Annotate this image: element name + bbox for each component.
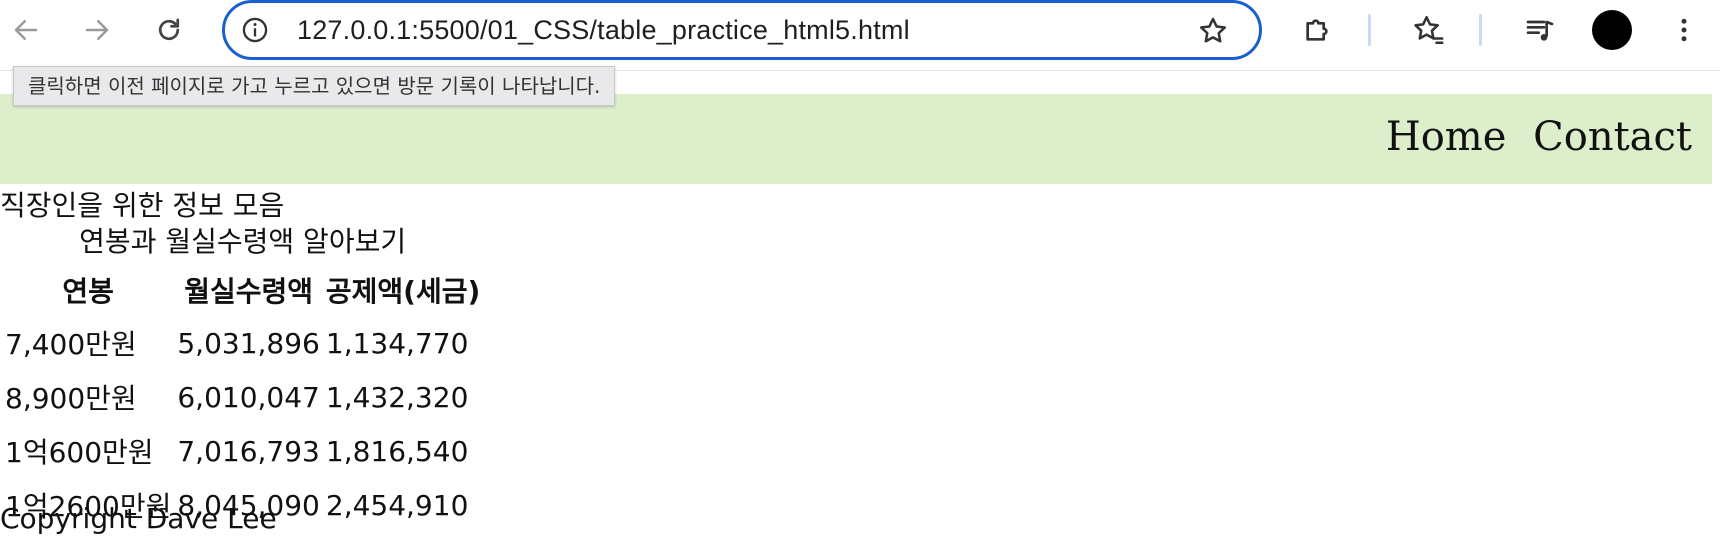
cell-annual-salary: 1억600만원 <box>5 436 154 469</box>
arrow-right-icon <box>85 20 109 40</box>
address-bar[interactable]: 127.0.0.1:5500/01_CSS/table_practice_htm… <box>222 0 1262 60</box>
toolbar-divider <box>1479 14 1482 46</box>
cell-deduction: 1,816,540 <box>325 434 469 468</box>
nav-home-link[interactable]: Home <box>1386 114 1507 160</box>
browser-toolbar: 127.0.0.1:5500/01_CSS/table_practice_htm… <box>0 0 1720 71</box>
menu-button[interactable] <box>1664 10 1704 50</box>
star-icon[interactable] <box>1197 15 1229 47</box>
top-nav: Home Contact <box>1386 114 1692 160</box>
back-button-tooltip: 클릭하면 이전 페이지로 가고 누르고 있으면 방문 기록이 나타납니다. <box>13 66 616 106</box>
url-text[interactable]: 127.0.0.1:5500/01_CSS/table_practice_htm… <box>297 15 910 46</box>
page-header: Home Contact <box>0 94 1712 184</box>
table-row: 1억600만원 7,016,793 1,816,540 <box>4 426 481 476</box>
reload-button[interactable] <box>149 10 189 50</box>
header-annual-salary: 연봉 <box>62 275 114 308</box>
table-header-row: 연봉 월실수령액 공제액(세금) <box>4 266 481 314</box>
star-list-icon <box>1414 15 1444 45</box>
cell-monthly-net: 7,016,793 <box>177 434 320 468</box>
table-caption: 연봉과 월실수령액 알아보기 <box>79 225 407 258</box>
table-row: 7,400만원 5,031,896 1,134,770 <box>4 318 481 368</box>
kebab-menu-icon <box>1681 18 1687 42</box>
cell-monthly-net: 5,031,896 <box>177 326 320 360</box>
back-button[interactable] <box>6 10 46 50</box>
puzzle-icon <box>1306 19 1328 41</box>
header-monthly-net: 월실수령액 <box>184 275 314 308</box>
cell-deduction: 2,454,910 <box>325 488 469 522</box>
forward-button[interactable] <box>77 10 117 50</box>
media-button[interactable] <box>1520 10 1560 50</box>
profile-avatar[interactable] <box>1592 10 1632 50</box>
header-deduction: 공제액(세금) <box>325 275 481 308</box>
extensions-button[interactable] <box>1297 10 1337 50</box>
arrow-left-icon <box>14 20 38 40</box>
cell-deduction: 1,134,770 <box>325 326 469 360</box>
reload-icon <box>158 18 180 41</box>
page-title: 직장인을 위한 정보 모음 <box>0 189 285 222</box>
nav-contact-link[interactable]: Contact <box>1533 114 1692 160</box>
table-row: 8,900만원 6,010,047 1,432,320 <box>4 372 481 422</box>
bookmarks-button[interactable] <box>1408 10 1448 50</box>
page-footer: Copyright Dave Lee <box>0 502 277 535</box>
toolbar-divider <box>1368 14 1371 46</box>
cell-monthly-net: 6,010,047 <box>177 380 320 414</box>
cell-annual-salary: 7,400만원 <box>5 328 137 361</box>
info-icon[interactable] <box>241 16 269 44</box>
cell-annual-salary: 8,900만원 <box>5 382 137 415</box>
cell-deduction: 1,432,320 <box>325 380 469 414</box>
salary-table: 연봉과 월실수령액 알아보기 연봉 월실수령액 공제액(세금) 7,400만원 … <box>0 220 485 534</box>
playlist-icon <box>1526 20 1554 41</box>
